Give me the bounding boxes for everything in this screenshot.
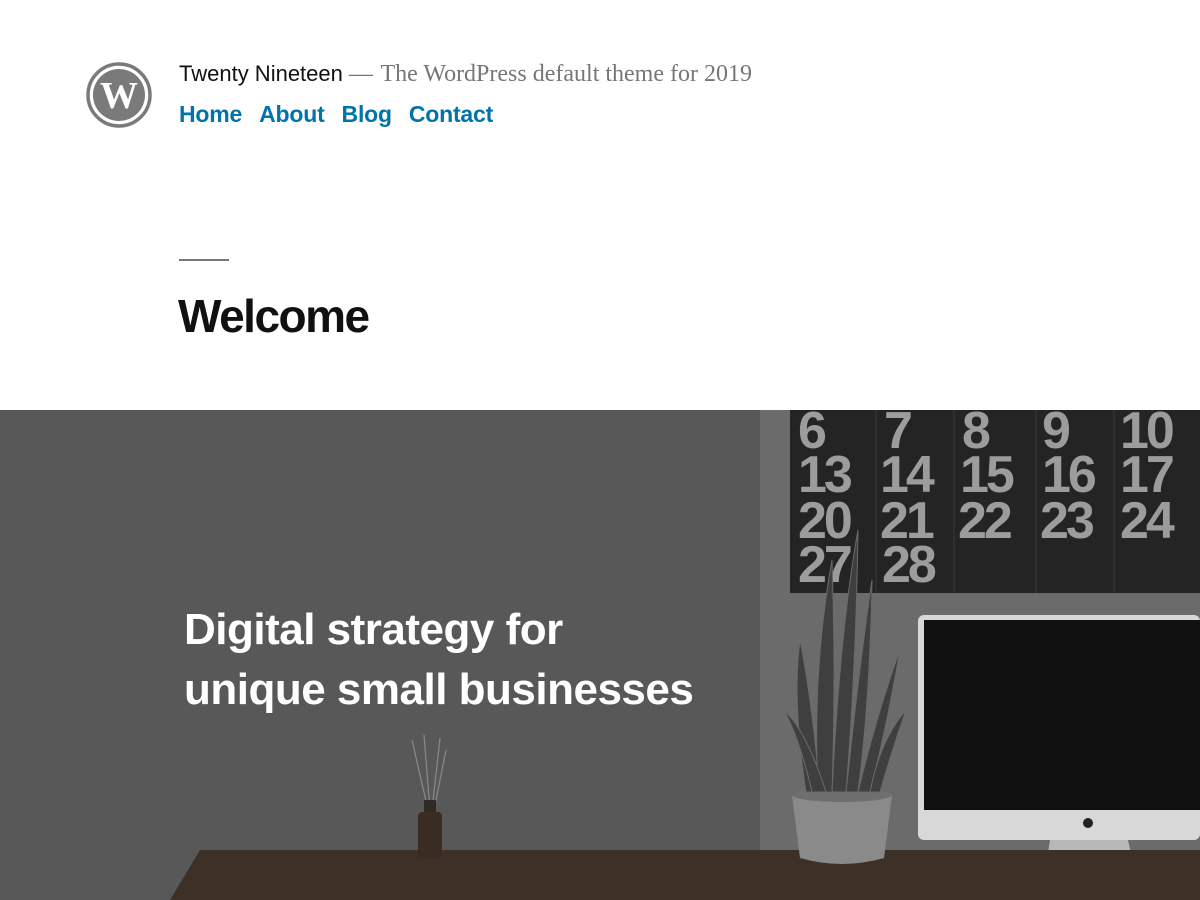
cover-heading-line1: Digital strategy for xyxy=(184,605,563,654)
cover-heading-line2: unique small businesses xyxy=(184,665,694,714)
nav-home[interactable]: Home xyxy=(179,98,242,130)
site-header: W Twenty Nineteen — The WordPress default… xyxy=(0,0,1200,410)
calendar-number: 22 xyxy=(958,492,1011,550)
title-divider xyxy=(179,259,229,261)
site-branding: Twenty Nineteen — The WordPress default t… xyxy=(179,60,752,91)
site-title[interactable]: Twenty Nineteen xyxy=(179,61,343,86)
nav-blog[interactable]: Blog xyxy=(342,98,393,130)
page-title: Welcome xyxy=(178,290,370,342)
site-description-text: The WordPress default theme for 2019 xyxy=(380,61,752,87)
calendar-number: 23 xyxy=(1040,492,1094,550)
svg-text:W: W xyxy=(100,75,138,117)
calendar-number: 27 xyxy=(798,536,851,594)
main-navigation: Home About Blog Contact xyxy=(179,98,493,130)
wordpress-logo-icon[interactable]: W xyxy=(86,62,152,128)
calendar-number: 28 xyxy=(882,536,936,594)
cover-block: 6 7 8 9 10 13 14 15 16 17 20 21 22 23 24… xyxy=(0,410,1200,900)
calendar-number: 24 xyxy=(1120,492,1175,550)
cover-heading: Digital strategy for unique small busine… xyxy=(184,600,784,720)
site-description: — The WordPress default theme for 2019 xyxy=(348,61,752,87)
nav-about[interactable]: About xyxy=(259,98,325,130)
nav-contact[interactable]: Contact xyxy=(409,98,493,130)
